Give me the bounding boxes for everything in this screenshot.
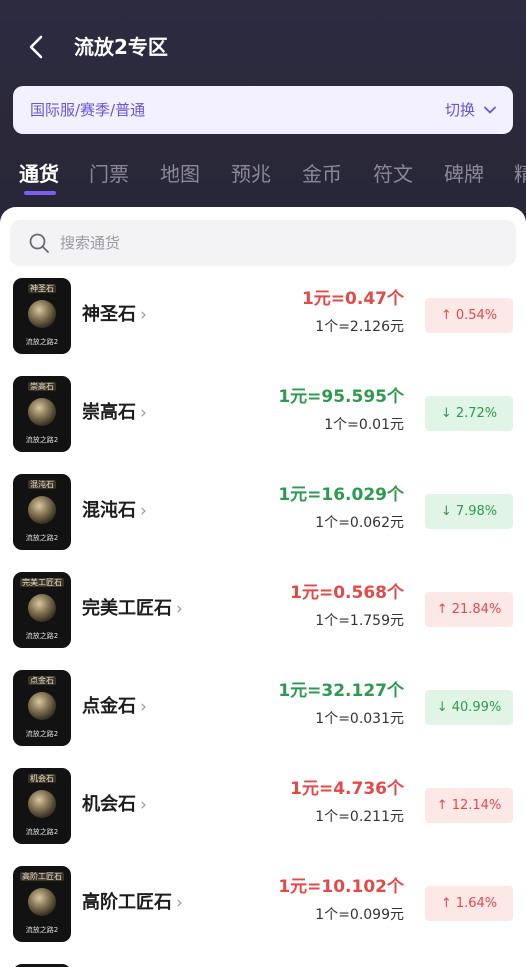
price-per-unit: 1个=0.099元 — [315, 907, 404, 923]
thumbnail-label: 完美工匠石 — [20, 578, 64, 587]
list-item[interactable]: 完美工匠石 流放之路2 完美工匠石 › 1元=0.568个 1个=1.759元 ↑ 21.8… — [0, 572, 526, 670]
currency-gem-icon — [28, 594, 56, 622]
thumbnail-footer: 流放之路2 — [25, 926, 59, 934]
category-tabs: 通货 门票 地图 预兆 金币 符文 碑牌 精 — [0, 150, 526, 200]
rate-per-yuan: 1元=0.47个 — [301, 289, 404, 309]
list-item[interactable]: 混沌石 流放之路2 混沌石 › 1元=16.029个 1个=0.062元 ↓ 7.98% — [0, 474, 526, 572]
item-name: 混沌石 — [82, 500, 136, 521]
currency-panel: 搜索通货 神圣石 流放之路2 神圣石 › 1元=0.47个 1个=2.126元 ↑ 0.54… — [0, 207, 526, 967]
thumbnail-footer: 流放之路2 — [25, 730, 59, 738]
tab-gold[interactable]: 金币 — [302, 160, 342, 188]
currency-gem-icon — [28, 888, 56, 916]
item-name-link[interactable]: 高阶工匠石 › — [82, 891, 183, 915]
server-selector[interactable]: 国际服/赛季/普通 切换 — [13, 86, 513, 134]
thumbnail-footer: 流放之路2 — [25, 436, 59, 444]
price-per-unit: 1个=1.759元 — [315, 613, 404, 629]
chevron-down-icon — [484, 106, 496, 114]
item-name-link[interactable]: 完美工匠石 › — [82, 597, 183, 621]
chevron-right-icon: › — [140, 795, 147, 815]
change-badge: ↓ 7.98% — [425, 494, 513, 529]
item-thumbnail: 机会石流放之路2 — [13, 768, 71, 844]
item-thumbnail: 混沌石流放之路2 — [13, 474, 71, 550]
item-name: 崇高石 — [82, 402, 136, 423]
item-thumbnail: 高阶工匠石流放之路2 — [13, 866, 71, 942]
change-badge: ↑ 1.64% — [425, 886, 513, 921]
tab-tickets[interactable]: 门票 — [89, 160, 129, 188]
change-badge: ↑ 21.84% — [425, 592, 513, 627]
rate-per-yuan: 1元=95.595个 — [278, 387, 404, 407]
item-name: 机会石 — [82, 794, 136, 815]
item-name: 点金石 — [82, 696, 136, 717]
item-thumbnail: 神圣石流放之路2 — [13, 278, 71, 354]
thumbnail-label: 神圣石 — [28, 284, 56, 293]
chevron-right-icon: › — [140, 403, 147, 423]
currency-gem-icon — [28, 790, 56, 818]
rate-per-yuan: 1元=0.568个 — [290, 583, 404, 603]
search-icon — [29, 233, 49, 253]
change-badge: ↑ 12.14% — [425, 788, 513, 823]
currency-gem-icon — [28, 300, 56, 328]
tab-runes[interactable]: 符文 — [373, 160, 413, 188]
price-per-unit: 1个=0.01元 — [324, 417, 404, 433]
currency-gem-icon — [28, 398, 56, 426]
price-per-unit: 1个=0.211元 — [315, 809, 404, 825]
tab-maps[interactable]: 地图 — [160, 160, 200, 188]
item-thumbnail: 完美工匠石流放之路2 — [13, 572, 71, 648]
page-title: 流放2专区 — [74, 35, 168, 59]
change-badge: ↓ 2.72% — [425, 396, 513, 431]
currency-gem-icon — [28, 496, 56, 524]
change-badge: ↓ 40.99% — [425, 690, 513, 725]
nav-bar: 流放2专区 — [0, 18, 526, 76]
item-name-link[interactable]: 混沌石 › — [82, 499, 147, 523]
chevron-right-icon: › — [140, 697, 147, 717]
chevron-right-icon: › — [176, 893, 183, 913]
thumbnail-footer: 流放之路2 — [25, 828, 59, 836]
thumbnail-label: 混沌石 — [28, 480, 56, 489]
thumbnail-label: 点金石 — [28, 676, 56, 685]
thumbnail-footer: 流放之路2 — [25, 338, 59, 346]
item-name: 完美工匠石 — [82, 598, 172, 619]
change-badge: ↑ 0.54% — [425, 298, 513, 333]
rate-per-yuan: 1元=16.029个 — [278, 485, 404, 505]
server-label: 国际服/赛季/普通 — [30, 101, 146, 119]
thumbnail-label: 崇高石 — [28, 382, 56, 391]
item-name-link[interactable]: 机会石 › — [82, 793, 147, 817]
list-item[interactable]: 高阶工匠石 流放之路2 高阶工匠石 › 1元=10.102个 1个=0.099元 ↑ 1.6… — [0, 866, 526, 964]
tab-currency[interactable]: 通货 — [19, 160, 59, 188]
rate-per-yuan: 1元=10.102个 — [278, 877, 404, 897]
back-arrow-icon[interactable] — [24, 33, 48, 61]
search-input[interactable]: 搜索通货 — [60, 233, 120, 253]
list-item[interactable]: 崇高石 流放之路2 崇高石 › 1元=95.595个 1个=0.01元 ↓ 2.72% — [0, 376, 526, 474]
currency-gem-icon — [28, 692, 56, 720]
list-item[interactable]: 点金石 流放之路2 点金石 › 1元=32.127个 1个=0.031元 ↓ 40.99% — [0, 670, 526, 768]
thumbnail-label: 机会石 — [28, 774, 56, 783]
thumbnail-footer: 流放之路2 — [25, 534, 59, 542]
price-per-unit: 1个=0.062元 — [315, 515, 404, 531]
chevron-right-icon: › — [140, 501, 147, 521]
item-name-link[interactable]: 神圣石 › — [82, 303, 147, 327]
item-name-link[interactable]: 点金石 › — [82, 695, 147, 719]
tab-tablets[interactable]: 碑牌 — [444, 160, 484, 188]
item-name-link[interactable]: 崇高石 › — [82, 401, 147, 425]
tab-omens[interactable]: 预兆 — [231, 160, 271, 188]
thumbnail-label: 高阶工匠石 — [20, 872, 64, 881]
active-tab-indicator — [24, 191, 56, 195]
chevron-right-icon: › — [176, 599, 183, 619]
rate-per-yuan: 1元=4.736个 — [290, 779, 404, 799]
item-name: 神圣石 — [82, 304, 136, 325]
thumbnail-footer: 流放之路2 — [25, 632, 59, 640]
rate-per-yuan: 1元=32.127个 — [278, 681, 404, 701]
price-per-unit: 1个=2.126元 — [315, 319, 404, 335]
list-item[interactable]: 神圣石 流放之路2 神圣石 › 1元=0.47个 1个=2.126元 ↑ 0.54% — [0, 278, 526, 376]
tab-more[interactable]: 精 — [514, 160, 526, 188]
list-item[interactable]: 机会石 流放之路2 机会石 › 1元=4.736个 1个=0.211元 ↑ 12.14% — [0, 768, 526, 866]
chevron-right-icon: › — [140, 305, 147, 325]
price-per-unit: 1个=0.031元 — [315, 711, 404, 727]
search-bar[interactable]: 搜索通货 — [10, 220, 516, 266]
item-name: 高阶工匠石 — [82, 892, 172, 913]
item-thumbnail: 点金石流放之路2 — [13, 670, 71, 746]
switch-button[interactable]: 切换 — [445, 100, 475, 120]
item-thumbnail: 崇高石流放之路2 — [13, 376, 71, 452]
